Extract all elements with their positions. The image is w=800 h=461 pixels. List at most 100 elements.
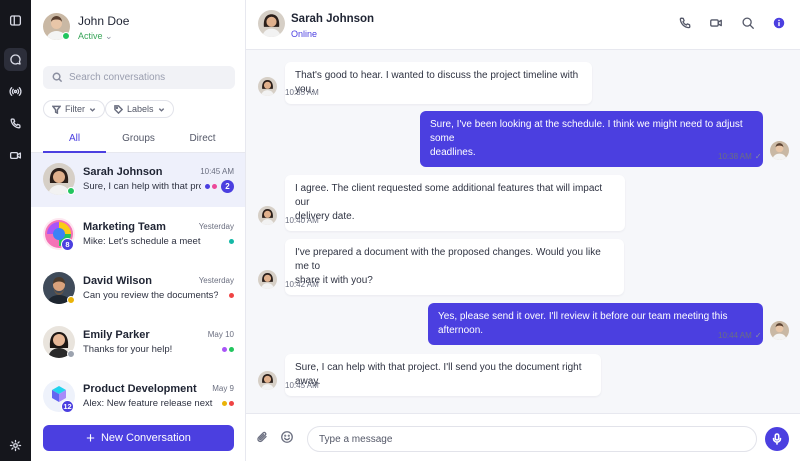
rail-video-button[interactable]	[4, 144, 27, 167]
conversation-preview: Thanks for your help!	[83, 344, 173, 355]
message-bubble-incoming: That's good to hear. I wanted to discuss…	[285, 62, 592, 104]
conversation-time: 10:45 AM	[200, 167, 234, 176]
conversation-item-emily-parker[interactable]: Emily Parker May 10 Thanks for your help…	[31, 316, 245, 370]
message-bubble-incoming: Sure, I can help with that project. I'll…	[285, 354, 601, 396]
message-time: 10:38 AM	[718, 152, 752, 161]
rail-calls-button[interactable]	[4, 112, 27, 135]
rail-settings-button[interactable]	[4, 434, 27, 457]
label-dots	[229, 293, 234, 298]
message-text: I agree. The client requested some addit…	[295, 183, 603, 208]
status-dot	[67, 296, 75, 304]
phone-icon	[10, 118, 21, 129]
sender-avatar	[258, 270, 277, 289]
unread-badge: 2	[221, 180, 234, 193]
contact-name: Sarah Johnson	[291, 13, 375, 25]
check-icon: ✓	[754, 152, 762, 161]
voice-message-button[interactable]	[765, 427, 789, 451]
tab-direct[interactable]: Direct	[171, 125, 234, 153]
app-rail	[0, 0, 31, 461]
message-text: share it with you?	[295, 275, 373, 286]
message-time: 10:35 AM	[285, 88, 319, 97]
user-status[interactable]: Active ⌄	[78, 31, 113, 42]
voice-call-button[interactable]	[678, 16, 694, 32]
message-bubble-incoming: I've prepared a document with the propos…	[285, 239, 624, 295]
conversation-panel: John Doe Active ⌄ Filter Labels All Grou…	[31, 0, 246, 461]
video-icon	[710, 19, 722, 27]
message-text: deadlines.	[430, 147, 476, 158]
tab-all[interactable]: All	[43, 125, 106, 153]
conversation-time: Yesterday	[198, 222, 234, 231]
message-text: I've prepared a document with the propos…	[295, 247, 601, 272]
search-chat-button[interactable]	[741, 16, 757, 32]
sender-avatar	[258, 77, 277, 96]
message-meta: 10:44 AM ✓	[718, 331, 762, 340]
label-dot	[222, 347, 227, 352]
conversation-name: Product Development	[83, 383, 197, 395]
conversation-item-marketing-team[interactable]: 8 Marketing Team Yesterday Mike: Let's s…	[31, 208, 245, 262]
labels-button[interactable]: Labels	[105, 100, 174, 118]
conversation-item-david-wilson[interactable]: David Wilson Yesterday Can you review th…	[31, 262, 245, 316]
conversation-item-product-development[interactable]: 12 Product Development May 9 Alex: New f…	[31, 370, 245, 424]
member-count-badge: 8	[61, 238, 74, 251]
settings-icon	[9, 439, 22, 452]
label-dots	[222, 347, 234, 352]
video-call-button[interactable]	[709, 16, 725, 32]
conversation-item-sarah-johnson[interactable]: Sarah Johnson 10:45 AM Sure, I can help …	[31, 153, 245, 207]
label-dot	[229, 347, 234, 352]
message-input[interactable]	[307, 426, 757, 452]
filter-icon	[52, 105, 61, 114]
conversation-name: David Wilson	[83, 275, 152, 287]
message-time: 10:42 AM	[285, 280, 319, 289]
sender-avatar	[258, 206, 277, 225]
chevron-down-icon	[158, 107, 164, 112]
rail-broadcast-button[interactable]	[4, 80, 27, 103]
label-dots	[205, 184, 217, 189]
conversation-name: Sarah Johnson	[83, 166, 163, 178]
message-time: 10:45 AM	[285, 381, 319, 390]
contact-status: Online	[291, 29, 318, 39]
label-dot	[229, 401, 234, 406]
check-icon: ✓	[754, 331, 762, 340]
microphone-icon	[772, 433, 782, 445]
label-dot	[205, 184, 210, 189]
sidebar-toggle-button[interactable]	[4, 9, 27, 32]
conversation-preview: Can you review the documents?	[83, 290, 218, 301]
chat-icon	[10, 54, 21, 65]
chevron-down-icon: ⌄	[105, 31, 113, 41]
contact-avatar[interactable]	[258, 10, 285, 37]
search-icon	[742, 17, 754, 29]
message-bubble-outgoing: Yes, please send it over. I'll review it…	[428, 303, 763, 345]
filter-label: Filter	[65, 104, 85, 114]
sender-avatar	[258, 371, 277, 390]
conversation-time: May 10	[207, 330, 234, 339]
broadcast-icon	[9, 87, 22, 96]
message-text: Sure, I've been looking at the schedule.…	[430, 119, 743, 144]
message-text: Sure, I can help with that project. I'll…	[295, 362, 582, 387]
message-bubble-incoming: I agree. The client requested some addit…	[285, 175, 625, 231]
smiley-icon	[281, 431, 293, 443]
current-user[interactable]: John Doe Active ⌄	[43, 13, 233, 43]
conversation-time: May 9	[212, 384, 234, 393]
message-time: 10:40 AM	[285, 216, 319, 225]
phone-icon	[679, 17, 691, 29]
user-name: John Doe	[78, 14, 130, 28]
search-input[interactable]	[69, 66, 229, 89]
message-text: delivery date.	[295, 211, 355, 222]
search-icon	[52, 72, 63, 83]
tag-icon	[114, 104, 123, 114]
new-conversation-label: New Conversation	[100, 432, 191, 444]
new-conversation-button[interactable]: + New Conversation	[43, 425, 234, 451]
tab-groups[interactable]: Groups	[107, 125, 170, 153]
label-dot	[229, 293, 234, 298]
info-button[interactable]	[772, 16, 788, 32]
video-icon	[9, 152, 22, 159]
conversation-name: Emily Parker	[83, 329, 150, 341]
filter-button[interactable]: Filter	[43, 100, 105, 118]
message-text: That's good to hear. I wanted to discuss…	[295, 70, 579, 95]
attach-button[interactable]	[256, 430, 272, 446]
label-dot	[212, 184, 217, 189]
rail-chats-button[interactable]	[4, 48, 27, 71]
emoji-button[interactable]	[280, 430, 296, 446]
chat-header: Sarah Johnson Online	[246, 0, 800, 50]
plus-icon: +	[86, 429, 95, 447]
